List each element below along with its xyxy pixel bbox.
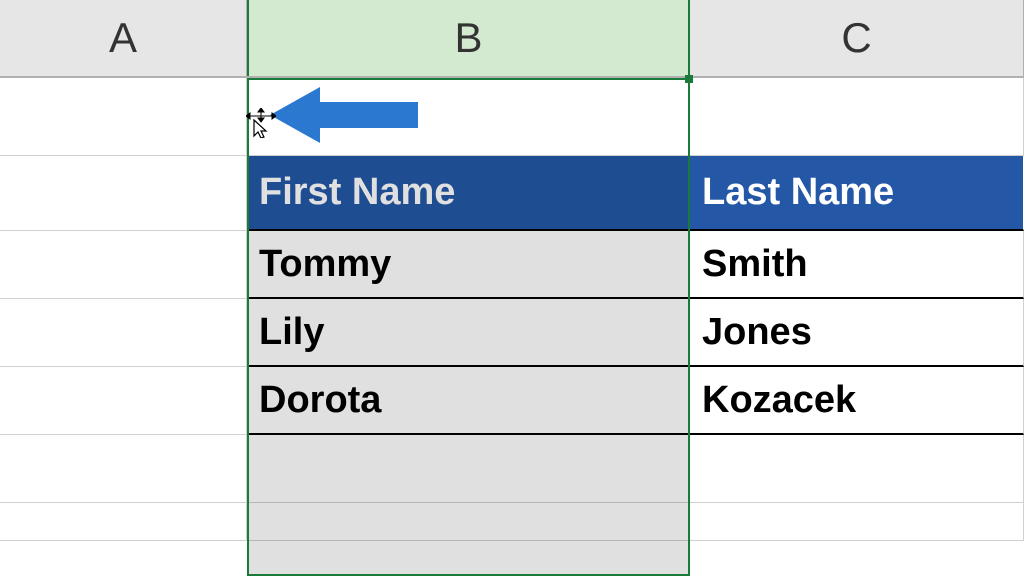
cell-c6[interactable]: [690, 435, 1024, 503]
cell-last-name-0[interactable]: Smith: [690, 231, 1024, 299]
row-1: [0, 78, 1024, 156]
fill-handle[interactable]: [685, 75, 693, 83]
row-6: [0, 435, 1024, 503]
cell-a6[interactable]: [0, 435, 247, 503]
cell-b7[interactable]: [247, 503, 690, 541]
cell-first-name-1[interactable]: Lily: [247, 299, 690, 367]
cell-a2[interactable]: [0, 156, 247, 231]
column-headers-row: A B C: [0, 0, 1024, 78]
row-7: [0, 503, 1024, 541]
cell-b6[interactable]: [247, 435, 690, 503]
cell-a1[interactable]: [0, 78, 247, 156]
spreadsheet-grid[interactable]: A B C First Name Last Name Tommy Smith L…: [0, 0, 1024, 576]
grid-body: First Name Last Name Tommy Smith Lily Jo…: [0, 78, 1024, 541]
row-3: Tommy Smith: [0, 231, 1024, 299]
column-header-b[interactable]: B: [247, 0, 690, 76]
row-5: Dorota Kozacek: [0, 367, 1024, 435]
cell-a5[interactable]: [0, 367, 247, 435]
cell-first-name-0[interactable]: Tommy: [247, 231, 690, 299]
cell-a7[interactable]: [0, 503, 247, 541]
table-header-last-name[interactable]: Last Name: [690, 156, 1024, 231]
cell-first-name-2[interactable]: Dorota: [247, 367, 690, 435]
cell-last-name-2[interactable]: Kozacek: [690, 367, 1024, 435]
row-2: First Name Last Name: [0, 156, 1024, 231]
cell-c1[interactable]: [690, 78, 1024, 156]
column-header-c[interactable]: C: [690, 0, 1024, 76]
table-header-first-name[interactable]: First Name: [247, 156, 690, 231]
cell-last-name-1[interactable]: Jones: [690, 299, 1024, 367]
cell-c7[interactable]: [690, 503, 1024, 541]
column-header-a[interactable]: A: [0, 0, 247, 76]
cell-b1[interactable]: [247, 78, 690, 156]
cell-a4[interactable]: [0, 299, 247, 367]
cell-a3[interactable]: [0, 231, 247, 299]
row-4: Lily Jones: [0, 299, 1024, 367]
